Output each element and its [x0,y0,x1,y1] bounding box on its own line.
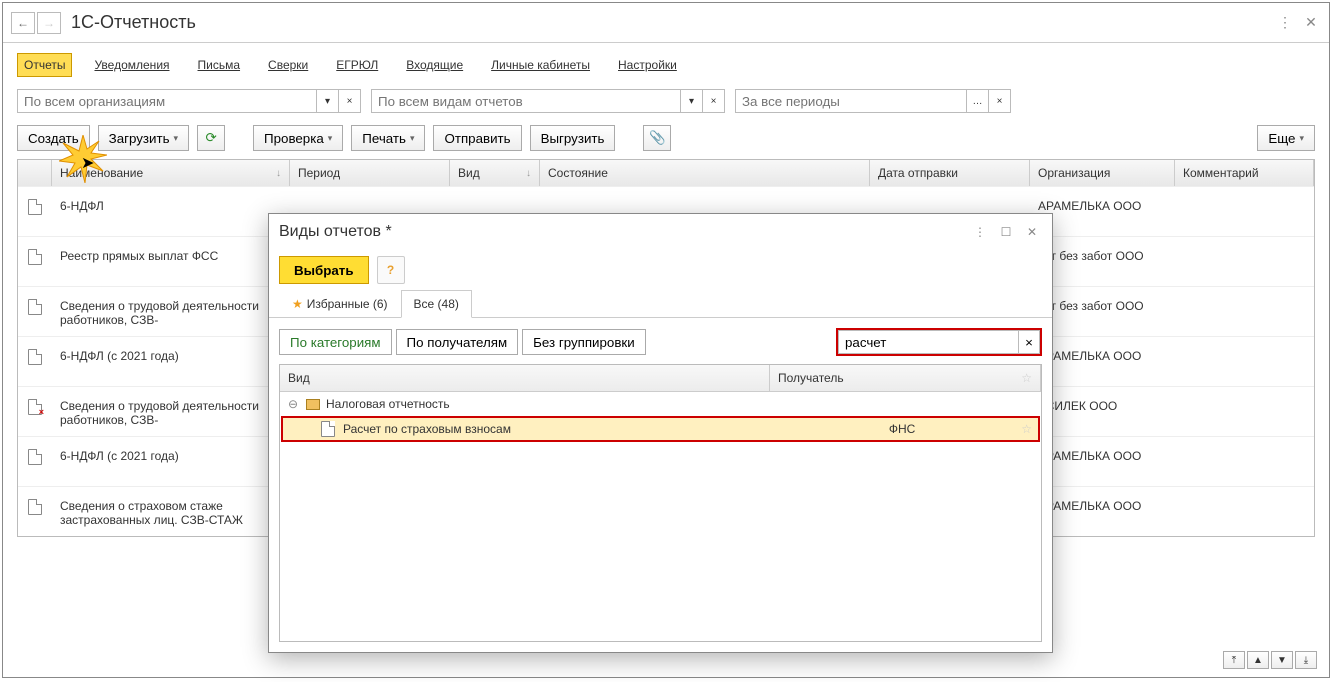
document-icon [28,499,42,515]
back-button[interactable]: ← [11,12,35,34]
filter-type-clear[interactable]: × [703,89,725,113]
folder-icon [306,399,320,410]
more-button[interactable]: Еще [1257,125,1315,151]
cell-state [540,195,870,203]
document-icon [28,199,42,215]
tab-incoming[interactable]: Входящие [400,54,469,76]
document-icon [28,299,42,315]
cursor-icon: ➤ [81,153,94,173]
star-icon: ★ [292,297,303,311]
tab-cabinets[interactable]: Личные кабинеты [485,54,596,76]
item-label: Расчет по страховым взносам [343,422,783,436]
help-icon[interactable]: ? [377,256,405,284]
send-button[interactable]: Отправить [433,125,521,151]
document-icon [28,449,42,465]
dialog-title: Виды отчетов * [279,223,964,241]
tab-notifications[interactable]: Уведомления [88,54,175,76]
attach-icon[interactable]: 📎 [643,125,671,151]
col-org[interactable]: Организация [1038,166,1110,180]
filter-period-open[interactable]: … [967,89,989,113]
dialog-close-icon[interactable]: ✕ [1022,222,1042,242]
check-button[interactable]: Проверка [253,125,343,151]
filter-org-dropdown[interactable]: ▾ [317,89,339,113]
tab-bar: Отчеты Уведомления Письма Сверки ЕГРЮЛ В… [3,43,1329,85]
tab-letters[interactable]: Письма [192,54,247,76]
filter-type-input[interactable] [371,89,681,113]
kebab-icon[interactable]: ⋮ [1275,13,1295,33]
cell-name: 6-НДФЛ [52,195,290,217]
cell-name: Сведения о трудовой деятельности работни… [52,295,290,331]
table-header: Наименование↓ Период Вид↓ Состояние Дата… [18,160,1314,186]
scroll-top-icon[interactable]: ⤒ [1223,651,1245,669]
collapse-icon[interactable]: ⊖ [288,397,300,411]
col-period[interactable]: Период [298,166,340,180]
cell-period [290,195,450,203]
dialog-maximize-icon[interactable]: ☐ [996,222,1016,242]
tab-settings[interactable]: Настройки [612,54,683,76]
modal-col-kind[interactable]: Вид [280,365,770,391]
cell-comment [1175,195,1314,203]
fav-header-icon[interactable]: ☆ [1021,371,1032,385]
document-icon [28,349,42,365]
cell-comment [1175,345,1314,353]
item-recipient: ФНС [783,422,1021,436]
document-icon [321,421,335,437]
scroll-down-icon[interactable]: ▼ [1271,651,1293,669]
col-sent[interactable]: Дата отправки [878,166,958,180]
tab-reconciliations[interactable]: Сверки [262,54,314,76]
search-clear[interactable]: × [1018,330,1040,354]
document-icon [28,249,42,265]
refresh-icon[interactable]: ⟳ [197,125,225,151]
load-button[interactable]: Загрузить [98,125,189,151]
print-button[interactable]: Печать [351,125,425,151]
cell-comment [1175,395,1314,403]
cell-sent [870,195,1030,203]
filter-period-input[interactable] [735,89,967,113]
close-icon[interactable]: ✕ [1301,13,1321,33]
col-kind[interactable]: Вид [458,166,480,180]
search-highlight: × [836,328,1042,356]
modal-col-recipient[interactable]: Получатель [778,371,844,385]
filter-type-dropdown[interactable]: ▾ [681,89,703,113]
cell-name: Сведения о страховом стаже застрахованны… [52,495,290,531]
group-by-category[interactable]: По категориям [279,329,392,355]
cell-comment [1175,245,1314,253]
forward-button[interactable]: → [37,12,61,34]
modal-tab-favorites[interactable]: ★Избранные (6) [279,290,401,318]
group-label: Налоговая отчетность [326,397,450,411]
cell-comment [1175,295,1314,303]
cell-comment [1175,495,1314,503]
cell-kind [450,195,540,203]
group-none[interactable]: Без группировки [522,329,646,355]
report-types-dialog: Виды отчетов * ⋮ ☐ ✕ Выбрать ? ★Избранны… [268,213,1053,653]
scroll-bottom-icon[interactable]: ⤓ [1295,651,1317,669]
scroll-up-icon[interactable]: ▲ [1247,651,1269,669]
filter-org-input[interactable] [17,89,317,113]
cell-name: 6-НДФЛ (с 2021 года) [52,445,290,467]
filter-period-clear[interactable]: × [989,89,1011,113]
tree-group-row[interactable]: ⊖ Налоговая отчетность [280,392,1041,416]
col-comment[interactable]: Комментарий [1183,166,1259,180]
search-input[interactable] [838,330,1018,354]
fav-toggle-icon[interactable]: ☆ [1021,422,1032,436]
tab-egrul[interactable]: ЕГРЮЛ [330,54,384,76]
export-button[interactable]: Выгрузить [530,125,616,151]
cell-comment [1175,445,1314,453]
col-state[interactable]: Состояние [548,166,608,180]
dialog-kebab-icon[interactable]: ⋮ [970,222,990,242]
cell-name: Сведения о трудовой деятельности работни… [52,395,290,431]
select-button[interactable]: Выбрать [279,256,369,284]
group-by-recipient[interactable]: По получателям [396,329,519,355]
document-icon [28,399,42,415]
filter-org-clear[interactable]: × [339,89,361,113]
cell-name: 6-НДФЛ (с 2021 года) [52,345,290,367]
modal-tab-all[interactable]: Все (48) [401,290,472,318]
tree-item-row[interactable]: Расчет по страховым взносам ФНС ☆ [281,416,1040,442]
cell-name: Реестр прямых выплат ФСС [52,245,290,267]
tab-reports[interactable]: Отчеты [17,53,72,77]
page-title: 1С-Отчетность [71,12,1269,33]
